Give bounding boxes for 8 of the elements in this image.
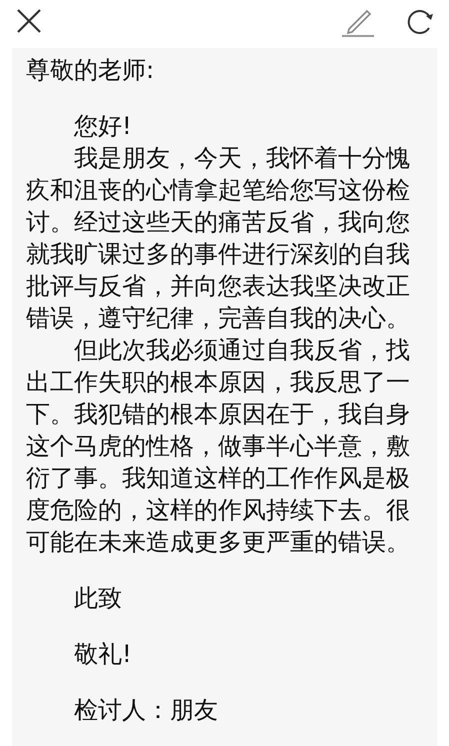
greeting: 您好! [73, 111, 133, 142]
closing: 此致 [73, 583, 123, 614]
letter-paragraph: 但此次我必须通过自我反省，找出工作失职的根本原因，我反思了一下。我犯错的根本原因在于，我自身这个马虎的性格，做事半心半意，敷衍了事。我知道这样的工作作风是极度危险的，这样的作风持续下去。很可能在未来造成更多更严重的错误。 [26, 335, 410, 558]
signature: 检讨人：朋友 [73, 695, 219, 726]
close-icon[interactable] [16, 8, 42, 34]
letter-paragraph: 我是朋友，今天，我怀着十分愧疚和沮丧的心情拿起笔给您写这份检讨。经过这些天的痛苦反省，我向您就我旷课过多的事件进行深刻的自我批评与反省，并向您表达我坚决改正错误，遵守纪律，完善自我的决心。 [26, 143, 410, 334]
salutation: 尊敬的老师: [26, 55, 156, 86]
regards: 敬礼! [73, 639, 133, 670]
